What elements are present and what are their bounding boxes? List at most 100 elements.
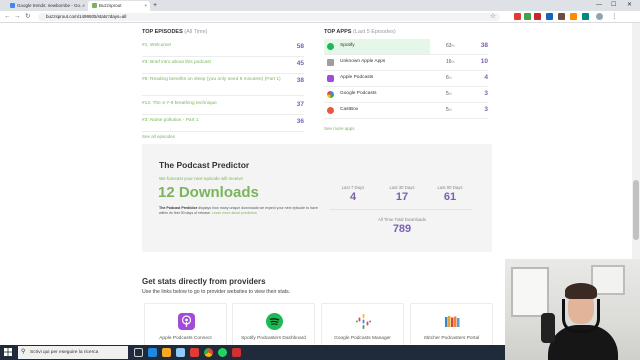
episode-downloads: 36 [296, 118, 304, 125]
file-explorer-icon[interactable] [162, 348, 171, 357]
app-percent: 5% [446, 107, 452, 113]
episode-row[interactable]: #3: Brief intro about this podcast 45 [142, 57, 304, 74]
mail-icon[interactable] [190, 348, 199, 357]
top-episodes-title: TOP EPISODES (All Time) [142, 29, 208, 35]
see-all-episodes-link[interactable]: See all episodes [142, 134, 175, 139]
provider-label: Stitcher Podcasters Portal [423, 336, 480, 341]
providers-subtitle: Use the links below to go to provider we… [142, 289, 291, 295]
maximize-window-icon[interactable]: ☐ [611, 0, 616, 10]
google-podcasts-icon [327, 91, 334, 98]
extension-icon[interactable] [570, 13, 577, 20]
forecast-value: 12 Downloads [158, 184, 259, 201]
app-name: Unknown Apple Apps [340, 59, 386, 64]
episode-title[interactable]: #12: The 4-7-8 breathing technique [142, 101, 282, 107]
provider-label: Apple Podcasts Connect [159, 336, 212, 341]
app-row[interactable]: Spotify 63% 38 [324, 39, 488, 55]
spotify-icon [266, 313, 283, 330]
app-row[interactable]: CastBox 5% 3 [324, 103, 488, 119]
app-percent: 6% [446, 75, 452, 81]
app-row[interactable]: Apple Podcasts 6% 4 [324, 71, 488, 87]
predictor-title: The Podcast Predictor [159, 160, 250, 170]
profile-avatar[interactable] [596, 13, 603, 20]
taskbar-search-placeholder: Scrivi qui per eseguire la ricerca [30, 350, 99, 355]
divider [330, 209, 472, 210]
task-view-icon[interactable] [134, 348, 143, 357]
extension-icon[interactable] [534, 13, 541, 20]
episode-title[interactable]: #3: Noise pollution - Part 1 [142, 118, 282, 124]
store-icon[interactable] [176, 348, 185, 357]
windows-start-icon[interactable] [4, 348, 12, 356]
browser-tab-bar: Google trends: newbornbe - Go... × Buzzs… [0, 0, 640, 11]
browser-tab-active[interactable]: Buzzsprout × [88, 1, 150, 11]
back-icon[interactable]: ← [4, 12, 11, 22]
episode-downloads: 45 [296, 60, 304, 67]
microphone [541, 313, 555, 343]
see-more-apps-link[interactable]: See more apps [324, 126, 355, 131]
webcam-overlay [505, 259, 640, 360]
stat-all-time-total: All Time Total Downloads 789 [378, 217, 426, 235]
episode-row[interactable]: #8: Reading benefits on sleep (you only … [142, 74, 304, 96]
app-downloads: 4 [484, 74, 488, 81]
extension-icon[interactable] [524, 13, 531, 20]
top-apps-title: TOP APPS (Last 5 Episodes) [324, 29, 396, 35]
extension-icon[interactable] [582, 13, 589, 20]
extension-icon[interactable] [546, 13, 553, 20]
forward-icon[interactable]: → [14, 12, 21, 22]
app-percent: 5% [446, 91, 452, 97]
provider-label: Spotify Podcasters Dashboard [241, 336, 306, 341]
providers-title: Get stats directly from providers [142, 277, 266, 286]
edge-icon[interactable] [148, 348, 157, 357]
tab-close-icon[interactable]: × [82, 1, 85, 11]
episode-title[interactable]: #1: Welcome! [142, 43, 282, 49]
tab-title: Buzzsprout [99, 3, 122, 8]
chrome-icon[interactable] [204, 348, 213, 357]
episode-row[interactable]: #1: Welcome! 58 [142, 40, 304, 57]
apple-podcasts-icon [327, 75, 334, 82]
episode-downloads: 37 [296, 101, 304, 108]
bookmark-star-icon[interactable]: ☆ [490, 12, 496, 22]
taskbar-search-input[interactable]: ⚲ Scrivi qui per eseguire la ricerca [18, 346, 128, 359]
new-tab-button[interactable]: + [153, 1, 157, 10]
unknown-app-icon [327, 59, 334, 66]
spotify-taskbar-icon[interactable] [218, 348, 227, 357]
app-percent: 16% [446, 59, 455, 65]
predictor-description: The Podcast Predictor displays how many … [159, 206, 318, 215]
app-downloads: 10 [480, 58, 488, 65]
browser-menu-icon[interactable]: ⋮ [611, 12, 618, 22]
app-downloads: 38 [480, 42, 488, 49]
episode-downloads: 38 [296, 77, 304, 84]
stitcher-icon [444, 313, 461, 330]
app-name: Spotify [340, 43, 355, 48]
app-name: Google Podcasts [340, 91, 377, 96]
reload-icon[interactable]: ↻ [25, 12, 30, 22]
app-row[interactable]: Google Podcasts 5% 3 [324, 87, 488, 103]
learn-more-link[interactable]: Learn more about prediction [212, 211, 257, 215]
forecast-line: We forecast your next episode will recei… [159, 176, 243, 181]
extension-icon[interactable] [514, 13, 521, 20]
browser-tab[interactable]: Google trends: newbornbe - Go... × [6, 1, 88, 11]
headphones [562, 299, 600, 333]
stat-last-90-days: Last 90 Days 61 [437, 185, 463, 203]
scrollbar-thumb[interactable] [633, 180, 639, 240]
app-taskbar-icon[interactable] [232, 348, 241, 357]
episode-title[interactable]: #8: Reading benefits on sleep (you only … [142, 77, 282, 83]
episode-row[interactable]: #3: Noise pollution - Part 1 36 [142, 115, 304, 132]
address-bar: ← → ↻ buzzsprout.com/1499505/stats?days=… [0, 11, 640, 23]
url-input[interactable]: buzzsprout.com/1499505/stats?days=all [38, 13, 500, 21]
minimize-window-icon[interactable]: — [596, 0, 602, 10]
stat-last-30-days: Last 30 Days 17 [389, 185, 415, 203]
wall-picture-frame [511, 267, 549, 317]
episode-downloads: 58 [296, 43, 304, 50]
app-percent: 63% [446, 43, 455, 49]
google-favicon-icon [10, 3, 15, 9]
presenter-hair [565, 283, 597, 299]
extension-icon[interactable] [558, 13, 565, 20]
episode-row[interactable]: #12: The 4-7-8 breathing technique 37 [142, 98, 304, 115]
apple-podcasts-icon [178, 313, 195, 330]
close-window-icon[interactable]: ✕ [627, 0, 632, 10]
episode-title[interactable]: #3: Brief intro about this podcast [142, 60, 282, 66]
tab-close-icon[interactable]: × [144, 1, 147, 11]
app-row[interactable]: Unknown Apple Apps 16% 10 [324, 55, 488, 71]
app-name: CastBox [340, 107, 359, 112]
app-downloads: 3 [484, 90, 488, 97]
